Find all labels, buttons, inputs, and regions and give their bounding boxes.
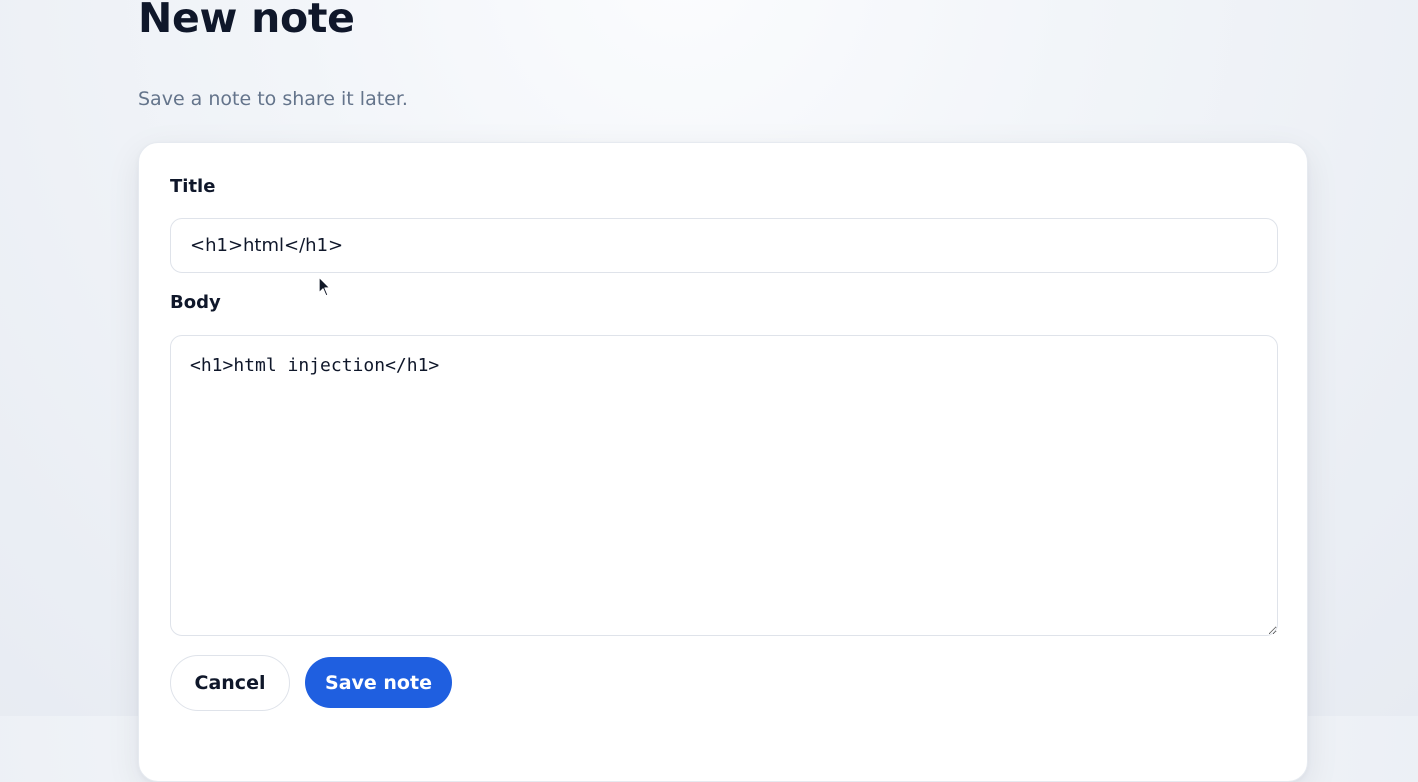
cancel-button[interactable]: Cancel [170,655,290,711]
title-input[interactable] [170,218,1278,273]
save-note-button[interactable]: Save note [305,657,452,708]
body-label: Body [170,292,221,313]
note-form-card: Title Body <h1>html injection</h1> Cance… [138,142,1308,782]
body-textarea[interactable]: <h1>html injection</h1> [170,335,1278,636]
page-title: New note [138,0,355,42]
page-subtitle: Save a note to share it later. [138,88,408,110]
title-label: Title [170,176,216,197]
